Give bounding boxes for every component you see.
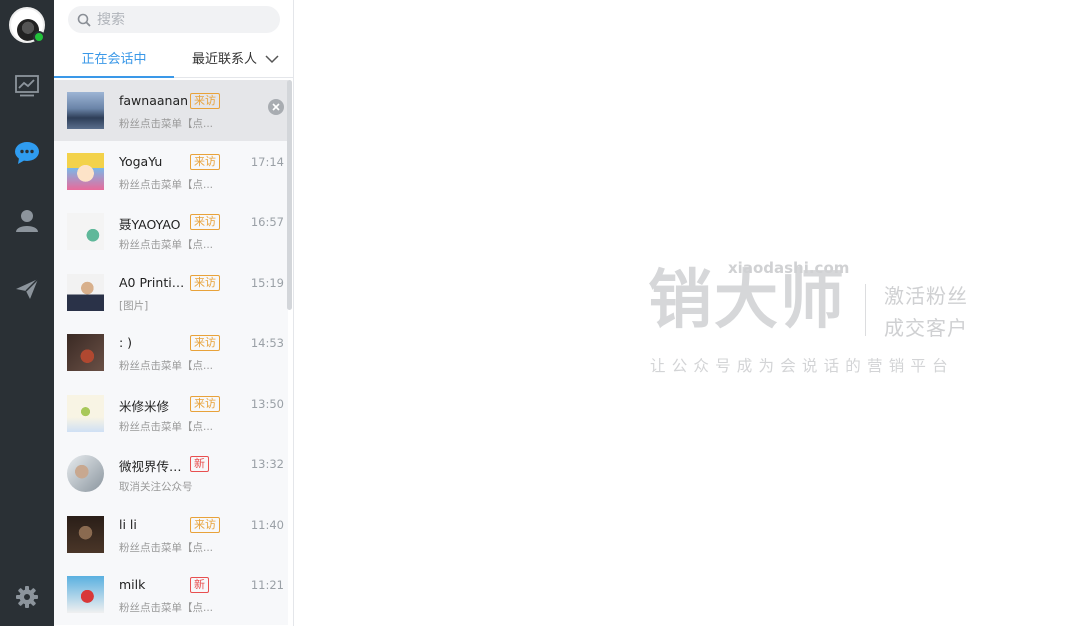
status-badge: 新 bbox=[190, 456, 209, 472]
left-nav-rail bbox=[0, 0, 54, 626]
search-box[interactable] bbox=[68, 6, 280, 33]
contact-name: YogaYu bbox=[119, 153, 163, 169]
message-preview: 粉丝点击菜单【点... bbox=[119, 239, 214, 251]
message-preview: [图片] bbox=[119, 299, 149, 312]
message-time: 15:19 bbox=[250, 275, 284, 290]
list-scrollbar[interactable] bbox=[287, 80, 292, 310]
close-icon bbox=[272, 103, 280, 111]
stats-nav-button[interactable] bbox=[0, 66, 54, 106]
close-conversation-button[interactable] bbox=[268, 99, 284, 115]
conversation-tabs: 正在会话中 最近联系人 bbox=[54, 44, 294, 78]
conversation-row[interactable]: : ) 来访 14:53 粉丝点击菜单【点... bbox=[54, 322, 288, 383]
chat-nav-button[interactable] bbox=[0, 133, 54, 173]
message-time: 17:14 bbox=[250, 154, 284, 169]
tab-active-sessions[interactable]: 正在会话中 bbox=[54, 44, 174, 78]
conversation-row[interactable]: fawnaanan 来访 粉丝点击菜单【点... bbox=[54, 80, 288, 141]
contact-avatar bbox=[67, 92, 104, 129]
tab-recent-contacts[interactable]: 最近联系人 bbox=[192, 44, 279, 78]
message-preview: 粉丝点击菜单【点... bbox=[119, 602, 214, 614]
contact-name: 聂YAOYAO bbox=[119, 217, 181, 232]
conversation-list: fawnaanan 来访 粉丝点击菜单【点... YogaYu 来访 17:14… bbox=[54, 80, 288, 626]
conversation-row[interactable]: 米修米修 来访 13:50 粉丝点击菜单【点... bbox=[54, 382, 288, 443]
status-badge: 来访 bbox=[190, 93, 220, 109]
message-preview: 粉丝点击菜单【点... bbox=[119, 541, 214, 554]
status-badge: 来访 bbox=[190, 335, 220, 351]
settings-nav-button[interactable] bbox=[0, 577, 54, 617]
message-preview: 粉丝点击菜单【点... bbox=[119, 360, 214, 372]
contact-avatar bbox=[67, 273, 104, 311]
gear-icon bbox=[16, 586, 38, 608]
message-time: 11:21 bbox=[250, 578, 284, 592]
message-time: 13:50 bbox=[250, 396, 284, 411]
contact-name: fawnaanan bbox=[119, 93, 189, 108]
brand-watermark: 销大师 xiaodashi.com 激活粉丝 成交客户 让公众号成为会说话的营销… bbox=[648, 258, 978, 378]
message-time: 16:57 bbox=[250, 215, 284, 229]
chevron-down-icon bbox=[265, 55, 279, 64]
contact-avatar bbox=[67, 515, 104, 553]
status-badge: 来访 bbox=[190, 153, 220, 170]
contact-avatar bbox=[67, 152, 104, 190]
chart-icon bbox=[15, 75, 39, 97]
contact-avatar bbox=[67, 455, 104, 492]
search-input[interactable] bbox=[97, 11, 267, 28]
send-icon bbox=[16, 278, 39, 299]
contact-avatar bbox=[67, 576, 104, 613]
contact-name: milk bbox=[119, 577, 146, 592]
conversation-panel: 正在会话中 最近联系人 fawnaanan 来访 粉丝点击菜单【点... bbox=[54, 0, 294, 626]
conversation-row[interactable]: li li 来访 11:40 粉丝点击菜单【点... bbox=[54, 503, 288, 564]
contact-avatar bbox=[67, 213, 104, 250]
message-time: 11:40 bbox=[250, 517, 284, 532]
message-time: 13:32 bbox=[250, 457, 284, 471]
status-badge: 新 bbox=[190, 577, 209, 593]
message-preview: 粉丝点击菜单【点... bbox=[119, 178, 214, 191]
contact-avatar bbox=[67, 334, 104, 371]
contact-name: : ) bbox=[119, 335, 133, 350]
tab-recent-label: 最近联系人 bbox=[192, 52, 258, 67]
broadcast-nav-button[interactable] bbox=[0, 269, 54, 309]
main-chat-area: 销大师 xiaodashi.com 激活粉丝 成交客户 让公众号成为会说话的营销… bbox=[294, 0, 1080, 626]
app-window: 正在会话中 最近联系人 fawnaanan 来访 粉丝点击菜单【点... bbox=[0, 0, 1080, 626]
status-badge: 来访 bbox=[190, 395, 220, 412]
conversation-row[interactable]: 聂YAOYAO 来访 16:57 粉丝点击菜单【点... bbox=[54, 201, 288, 262]
message-time: 14:53 bbox=[250, 336, 284, 350]
contact-avatar bbox=[67, 394, 104, 432]
message-preview: 取消关注公众号 bbox=[119, 481, 193, 493]
message-preview: 粉丝点击菜单【点... bbox=[119, 420, 214, 433]
user-icon bbox=[16, 210, 38, 232]
status-badge: 来访 bbox=[190, 516, 220, 533]
status-badge: 来访 bbox=[190, 214, 220, 230]
conversation-row[interactable]: A0 Printin... 来访 15:19 [图片] bbox=[54, 261, 288, 322]
brand-tagline: 让公众号成为会说话的营销平台 bbox=[650, 357, 954, 375]
contact-name: 米修米修 bbox=[119, 398, 170, 414]
search-icon bbox=[77, 13, 91, 27]
contact-name: li li bbox=[119, 516, 137, 532]
conversation-row[interactable]: 微视界传媒... 新 13:32 取消关注公众号 bbox=[54, 443, 288, 504]
online-status-dot bbox=[33, 31, 45, 43]
message-preview: 粉丝点击菜单【点... bbox=[119, 118, 214, 130]
contact-name: A0 Printin... bbox=[119, 274, 189, 290]
brand-divider bbox=[865, 284, 866, 336]
brand-domain: xiaodashi.com bbox=[728, 259, 850, 277]
brand-slogan-line1: 激活粉丝 bbox=[884, 284, 968, 308]
chat-icon bbox=[15, 142, 39, 164]
status-badge: 来访 bbox=[190, 274, 220, 291]
contact-name: 微视界传媒... bbox=[119, 459, 189, 474]
conversation-row[interactable]: milk 新 11:21 粉丝点击菜单【点... bbox=[54, 564, 288, 625]
conversation-row[interactable]: YogaYu 来访 17:14 粉丝点击菜单【点... bbox=[54, 140, 288, 201]
contacts-nav-button[interactable] bbox=[0, 201, 54, 241]
brand-slogan-line2: 成交客户 bbox=[884, 316, 968, 340]
